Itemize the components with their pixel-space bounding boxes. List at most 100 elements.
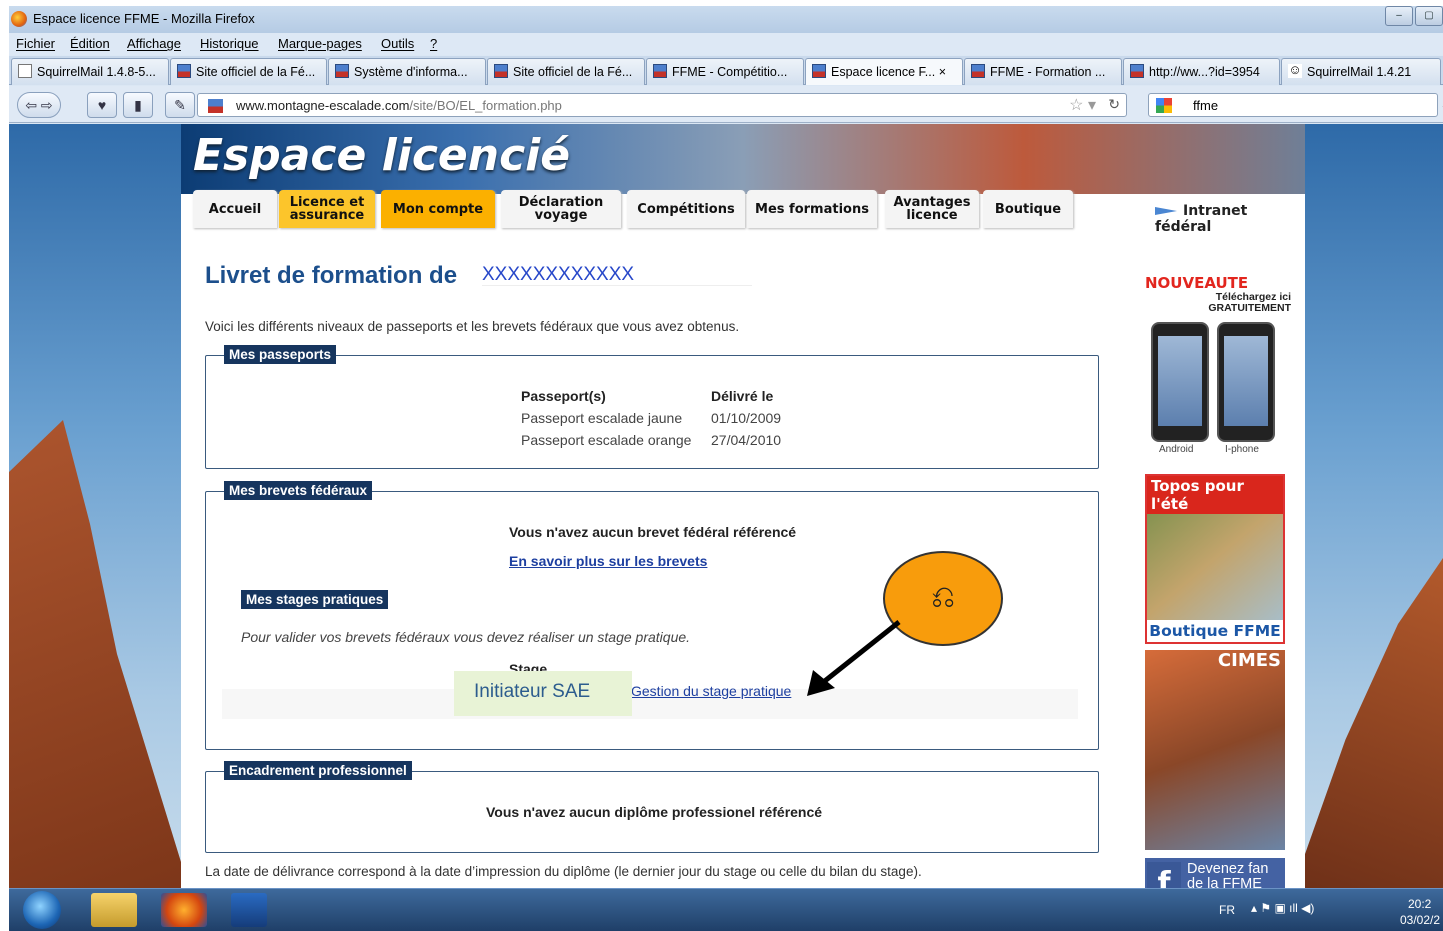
tab-site-officiel-1[interactable]: Site officiel de la Fé... bbox=[170, 58, 327, 85]
stats-icon[interactable]: ▮ bbox=[123, 92, 153, 118]
bookmark-star-icon[interactable]: ☆ ▾ bbox=[1069, 95, 1096, 115]
url-bar[interactable]: www.montagne-escalade.com/site/BO/EL_for… bbox=[197, 93, 1127, 117]
topos-title: Topos pour l'été bbox=[1147, 476, 1283, 514]
search-value: ffme bbox=[1193, 98, 1219, 113]
tab-http[interactable]: http://ww...?id=3954 bbox=[1123, 58, 1280, 85]
tab-label: Espace licence F... bbox=[831, 65, 936, 79]
passeport-name: Passeport escalade jaune bbox=[521, 410, 683, 426]
facebook-icon: f bbox=[1147, 862, 1181, 888]
window-controls: – ▢ bbox=[1385, 6, 1443, 26]
encadrement-legend: Encadrement professionnel bbox=[224, 761, 412, 780]
no-brevet-text: Vous n'avez aucun brevet fédéral référen… bbox=[509, 524, 797, 540]
tab-close-icon[interactable]: × bbox=[939, 65, 946, 79]
back-forward-icon[interactable]: ⇦ ⇨ bbox=[17, 92, 61, 118]
tab-label: FFME - Formation ... bbox=[990, 65, 1106, 79]
window-title: Espace licence FFME - Mozilla Firefox bbox=[33, 11, 255, 26]
minimize-icon[interactable]: – bbox=[1385, 6, 1413, 26]
ffme-icon bbox=[812, 64, 826, 78]
title-bar: Espace licence FFME - Mozilla Firefox – … bbox=[9, 6, 1443, 33]
clock-date[interactable]: 03/02/2 bbox=[1400, 913, 1440, 927]
ffme-icon bbox=[1130, 64, 1144, 78]
ffme-icon bbox=[208, 99, 223, 113]
footnote: La date de délivrance correspond à la da… bbox=[205, 864, 922, 879]
page-viewport: Espace licencié Accueil Licence et assur… bbox=[9, 124, 1443, 888]
intranet-label: Intranet fédéral bbox=[1155, 203, 1248, 235]
tab-formation[interactable]: FFME - Formation ... bbox=[964, 58, 1122, 85]
tray-icons[interactable]: ▴ ⚑ ▣ ıll ◀) bbox=[1251, 901, 1314, 915]
menu-fichier[interactable]: Fichier bbox=[16, 36, 55, 51]
nav-mes-formations[interactable]: Mes formations bbox=[747, 190, 877, 228]
banner-title: Espace licencié bbox=[193, 130, 571, 181]
passeport-date: 01/10/2009 bbox=[711, 410, 782, 426]
menu-historique[interactable]: Historique bbox=[200, 36, 259, 51]
start-button[interactable] bbox=[23, 891, 61, 929]
cimes-title: CIMES bbox=[1217, 650, 1281, 671]
android-label: Android bbox=[1159, 444, 1194, 455]
licensee-name: XXXXXXXXXXXX bbox=[482, 264, 752, 286]
passeport-name: Passeport escalade orange bbox=[521, 432, 692, 448]
maximize-icon[interactable]: ▢ bbox=[1415, 6, 1443, 26]
menu-outils[interactable]: Outils bbox=[381, 36, 414, 51]
nav-avantages-licence[interactable]: Avantages licence bbox=[885, 190, 979, 228]
nav-accueil[interactable]: Accueil bbox=[193, 190, 277, 228]
passeport-date: 27/04/2010 bbox=[711, 432, 782, 448]
nav-mon-compte[interactable]: Mon compte bbox=[381, 190, 495, 228]
firefox-taskbar-icon[interactable] bbox=[161, 893, 207, 927]
site-page: Espace licencié Accueil Licence et assur… bbox=[181, 124, 1305, 888]
nav-boutique[interactable]: Boutique bbox=[983, 190, 1073, 228]
intranet-link[interactable]: Intranet fédéral bbox=[1155, 203, 1305, 235]
tab-espace-licence[interactable]: Espace licence F... × bbox=[805, 58, 963, 85]
stages-note: Pour valider vos brevets fédéraux vous d… bbox=[241, 629, 691, 645]
menu-edition[interactable]: Édition bbox=[70, 36, 110, 51]
language-indicator[interactable]: FR bbox=[1219, 903, 1235, 917]
ffme-icon bbox=[653, 64, 667, 78]
menu-marque-pages[interactable]: Marque-pages bbox=[278, 36, 362, 51]
tab-squirrelmail[interactable]: ☺ SquirrelMail 1.4.21 bbox=[1281, 58, 1441, 85]
brevets-legend: Mes brevets fédéraux bbox=[224, 481, 373, 500]
url-path: /site/BO/EL_formation.php bbox=[409, 98, 562, 113]
tab-systeme[interactable]: Système d'informa... bbox=[328, 58, 486, 85]
squirrel-icon: ☺ bbox=[1288, 62, 1302, 78]
tab-label: Site officiel de la Fé... bbox=[196, 65, 316, 79]
stages-legend: Mes stages pratiques bbox=[241, 590, 389, 609]
fan-label: Devenez fan de la FFME bbox=[1187, 861, 1269, 889]
document-icon bbox=[18, 64, 32, 78]
menu-affichage[interactable]: Affichage bbox=[127, 36, 181, 51]
firefox-window: Espace licence FFME - Mozilla Firefox – … bbox=[9, 6, 1443, 888]
search-input[interactable]: ffme ⌕ bbox=[1148, 93, 1443, 117]
nav-competitions[interactable]: Compétitions bbox=[627, 190, 745, 228]
topos-ad[interactable]: Topos pour l'été Boutique FFME bbox=[1145, 474, 1285, 644]
date-col-header: Délivré le bbox=[711, 388, 774, 404]
tab-label: http://ww...?id=3954 bbox=[1149, 65, 1260, 79]
passeports-legend: Mes passeports bbox=[224, 345, 337, 364]
facebook-fan-button[interactable]: f Devenez fan de la FFME bbox=[1145, 858, 1285, 888]
rock-background bbox=[9, 420, 189, 888]
site-nav: Accueil Licence et assurance Mon compte … bbox=[181, 186, 1305, 238]
ffme-icon bbox=[335, 64, 349, 78]
stage-management-link[interactable]: Gestion du stage pratique bbox=[631, 683, 791, 699]
tab-competitions[interactable]: FFME - Compétitio... bbox=[646, 58, 804, 85]
iphone-icon bbox=[1217, 322, 1275, 442]
clock-time[interactable]: 20:2 bbox=[1408, 897, 1431, 911]
ffme-icon bbox=[494, 64, 508, 78]
wrench-icon[interactable]: ✎ bbox=[165, 92, 195, 118]
media-player-icon[interactable] bbox=[231, 893, 267, 927]
system-tray: FR ▴ ⚑ ▣ ıll ◀) 20:2 03/02/2 bbox=[1203, 889, 1443, 931]
tab-label: SquirrelMail 1.4.8-5... bbox=[37, 65, 156, 79]
intro-text: Voici les différents niveaux de passepor… bbox=[205, 319, 740, 334]
nav-licence-assurance[interactable]: Licence et assurance bbox=[279, 190, 375, 228]
heart-icon[interactable]: ♥ bbox=[87, 92, 117, 118]
rock-background bbox=[1293, 558, 1443, 888]
brevets-info-link[interactable]: En savoir plus sur les brevets bbox=[509, 553, 707, 569]
reload-icon[interactable]: ↻ bbox=[1108, 96, 1120, 113]
nav-declaration-voyage[interactable]: Déclaration voyage bbox=[501, 190, 621, 228]
passeport-col-header: Passeport(s) bbox=[521, 388, 606, 404]
app-promo[interactable]: NOUVEAUTE Téléchargez ici GRATUITEMENT A… bbox=[1145, 274, 1291, 460]
menu-help[interactable]: ? bbox=[430, 36, 437, 51]
explorer-icon[interactable] bbox=[91, 893, 137, 927]
cimes-magazine-ad[interactable]: CIMES bbox=[1145, 650, 1285, 850]
boutique-label: Boutique FFME bbox=[1147, 620, 1283, 642]
tab-squirrelmail-old[interactable]: SquirrelMail 1.4.8-5... bbox=[11, 58, 169, 85]
tab-site-officiel-2[interactable]: Site officiel de la Fé... bbox=[487, 58, 645, 85]
menu-bar: Fichier Édition Affichage Historique Mar… bbox=[9, 33, 1443, 55]
